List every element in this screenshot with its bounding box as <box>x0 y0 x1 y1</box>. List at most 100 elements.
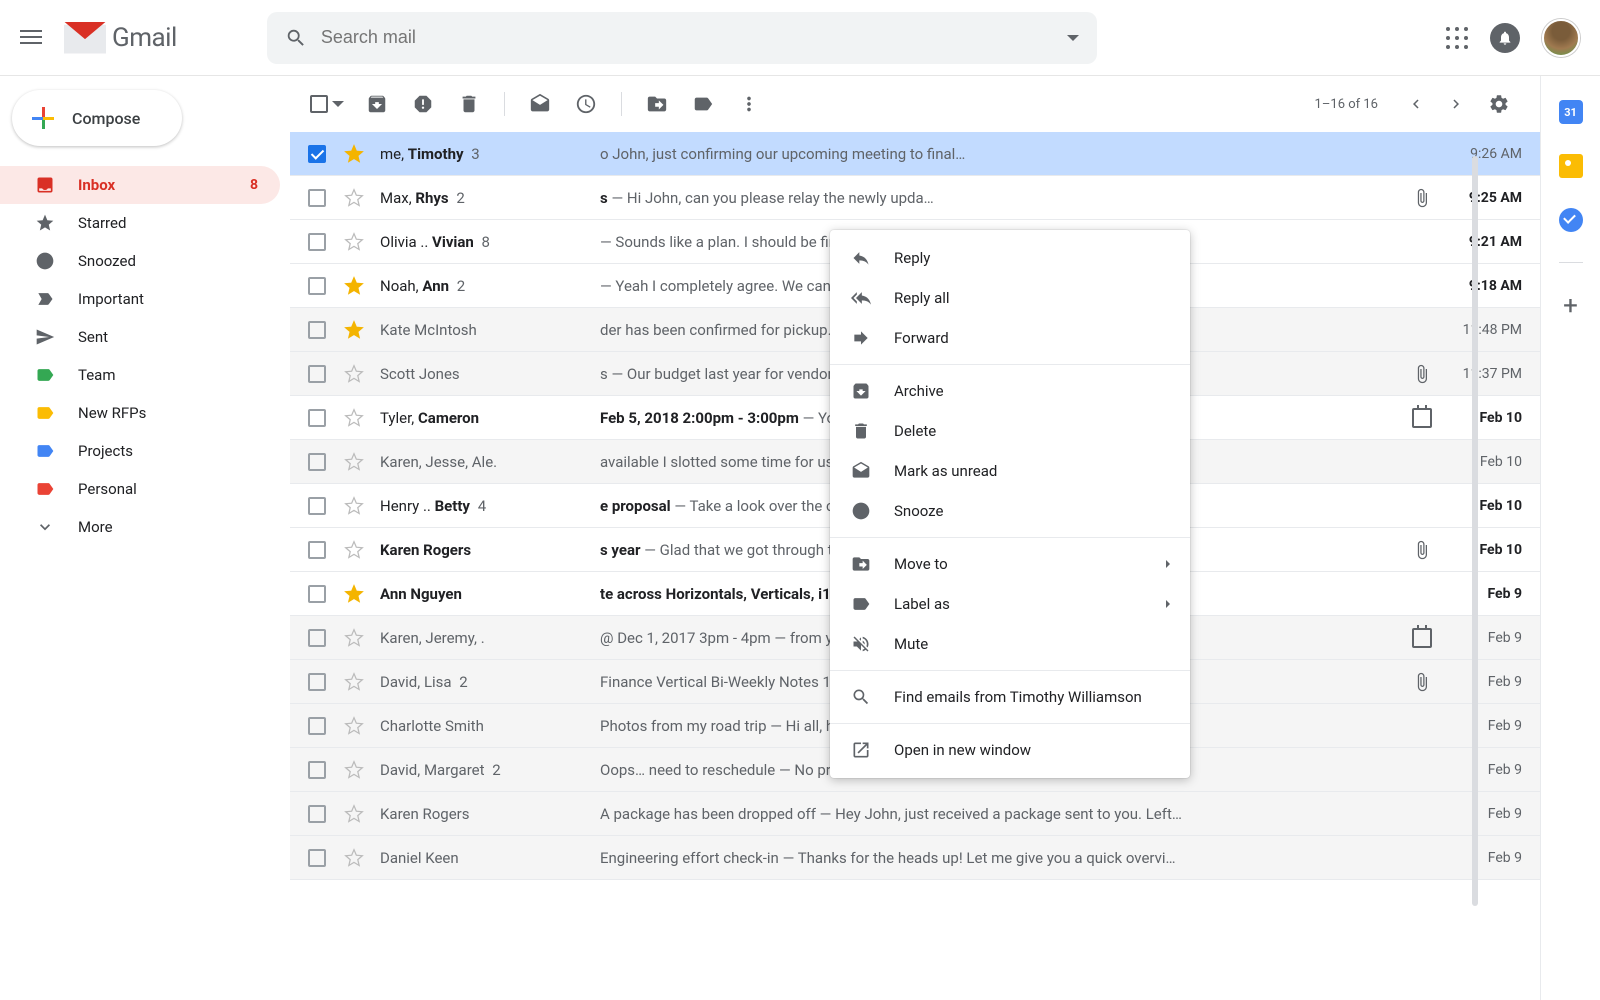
row-checkbox[interactable] <box>308 321 326 339</box>
inbox-icon <box>34 174 56 196</box>
row-checkbox[interactable] <box>308 189 326 207</box>
row-checkbox[interactable] <box>308 453 326 471</box>
report-spam-button[interactable] <box>402 83 444 125</box>
scrollbar[interactable] <box>1472 156 1478 906</box>
row-checkbox[interactable] <box>308 365 326 383</box>
sender: Olivia .. Vivian 8 <box>380 233 600 251</box>
email-row[interactable]: Karen RogersA package has been dropped o… <box>290 792 1540 836</box>
row-checkbox[interactable] <box>308 585 326 603</box>
menu-divider <box>830 537 1190 538</box>
star-toggle[interactable] <box>344 848 364 868</box>
google-apps-button[interactable] <box>1446 27 1468 49</box>
menu-label: Open in new window <box>894 741 1170 759</box>
row-checkbox[interactable] <box>308 145 326 163</box>
nav-item-personal[interactable]: Personal <box>0 470 280 508</box>
menu-item-unread[interactable]: Mark as unread <box>830 451 1190 491</box>
menu-item-moveto[interactable]: Move to <box>830 544 1190 584</box>
compose-button[interactable]: Compose <box>12 90 182 146</box>
email-row[interactable]: Daniel KeenEngineering effort check-in —… <box>290 836 1540 880</box>
sender: Daniel Keen <box>380 849 600 867</box>
bell-icon <box>1497 30 1513 46</box>
archive-button[interactable] <box>356 83 398 125</box>
nav-label: Sent <box>78 328 280 346</box>
tasks-addon[interactable] <box>1559 208 1583 232</box>
star-toggle[interactable] <box>344 804 364 824</box>
menu-item-label[interactable]: Label as <box>830 584 1190 624</box>
star-toggle[interactable] <box>344 628 364 648</box>
star-toggle[interactable] <box>344 276 364 296</box>
menu-item-search[interactable]: Find emails from Timothy Williamson <box>830 677 1190 717</box>
row-checkbox[interactable] <box>308 849 326 867</box>
main-menu-button[interactable] <box>20 26 44 50</box>
star-toggle[interactable] <box>344 364 364 384</box>
star-toggle[interactable] <box>344 672 364 692</box>
calendar-addon[interactable]: 31 <box>1559 100 1583 124</box>
nav-item-team[interactable]: Team <box>0 356 280 394</box>
menu-label: Label as <box>894 595 1166 613</box>
snooze-button[interactable] <box>565 83 607 125</box>
search-input[interactable] <box>321 27 1067 48</box>
gmail-logo[interactable]: Gmail <box>64 22 177 54</box>
row-checkbox[interactable] <box>308 761 326 779</box>
nav-item-more[interactable]: More <box>0 508 280 546</box>
star-toggle[interactable] <box>344 584 364 604</box>
archive-icon <box>850 380 872 402</box>
row-checkbox[interactable] <box>308 717 326 735</box>
menu-item-archive[interactable]: Archive <box>830 371 1190 411</box>
star-toggle[interactable] <box>344 232 364 252</box>
star-toggle[interactable] <box>344 408 364 428</box>
star-toggle[interactable] <box>344 144 364 164</box>
row-checkbox[interactable] <box>308 673 326 691</box>
sender: Karen Rogers <box>380 541 600 559</box>
toolbar: 1–16 of 16 <box>290 76 1540 132</box>
menu-item-open[interactable]: Open in new window <box>830 730 1190 770</box>
nav-label: More <box>78 518 280 536</box>
star-toggle[interactable] <box>344 760 364 780</box>
menu-item-replyall[interactable]: Reply all <box>830 278 1190 318</box>
star-toggle[interactable] <box>344 320 364 340</box>
account-avatar[interactable] <box>1542 19 1580 57</box>
row-checkbox[interactable] <box>308 541 326 559</box>
menu-item-mute[interactable]: Mute <box>830 624 1190 664</box>
email-row[interactable]: Max, Rhys 2s — Hi John, can you please r… <box>290 176 1540 220</box>
star-toggle[interactable] <box>344 496 364 516</box>
row-checkbox[interactable] <box>308 497 326 515</box>
keep-addon[interactable] <box>1559 154 1583 178</box>
menu-item-clock[interactable]: Snooze <box>830 491 1190 531</box>
prev-page-button[interactable] <box>1398 86 1434 122</box>
forward-icon <box>850 327 872 349</box>
row-checkbox[interactable] <box>308 629 326 647</box>
nav-item-snoozed[interactable]: Snoozed <box>0 242 280 280</box>
star-toggle[interactable] <box>344 716 364 736</box>
search-options-icon[interactable] <box>1067 35 1079 41</box>
row-checkbox[interactable] <box>308 409 326 427</box>
get-addons-button[interactable]: + <box>1563 293 1578 319</box>
menu-item-forward[interactable]: Forward <box>830 318 1190 358</box>
notifications-button[interactable] <box>1490 23 1520 53</box>
move-to-button[interactable] <box>636 83 678 125</box>
star-toggle[interactable] <box>344 188 364 208</box>
menu-item-delete[interactable]: Delete <box>830 411 1190 451</box>
nav-item-important[interactable]: Important <box>0 280 280 318</box>
email-row[interactable]: me, Timothy 3o John, just confirming our… <box>290 132 1540 176</box>
nav-item-starred[interactable]: Starred <box>0 204 280 242</box>
menu-item-reply[interactable]: Reply <box>830 238 1190 278</box>
star-toggle[interactable] <box>344 452 364 472</box>
nav-item-inbox[interactable]: Inbox8 <box>0 166 280 204</box>
row-checkbox[interactable] <box>308 277 326 295</box>
select-all-checkbox[interactable] <box>310 95 344 113</box>
more-actions-button[interactable] <box>728 83 770 125</box>
star-toggle[interactable] <box>344 540 364 560</box>
next-page-button[interactable] <box>1438 86 1474 122</box>
nav-item-new-rfps[interactable]: New RFPs <box>0 394 280 432</box>
sender: me, Timothy 3 <box>380 145 600 163</box>
labels-button[interactable] <box>682 83 724 125</box>
delete-button[interactable] <box>448 83 490 125</box>
mark-read-button[interactable] <box>519 83 561 125</box>
row-checkbox[interactable] <box>308 233 326 251</box>
nav-item-projects[interactable]: Projects <box>0 432 280 470</box>
search-bar[interactable] <box>267 12 1097 64</box>
nav-item-sent[interactable]: Sent <box>0 318 280 356</box>
settings-button[interactable] <box>1478 83 1520 125</box>
row-checkbox[interactable] <box>308 805 326 823</box>
